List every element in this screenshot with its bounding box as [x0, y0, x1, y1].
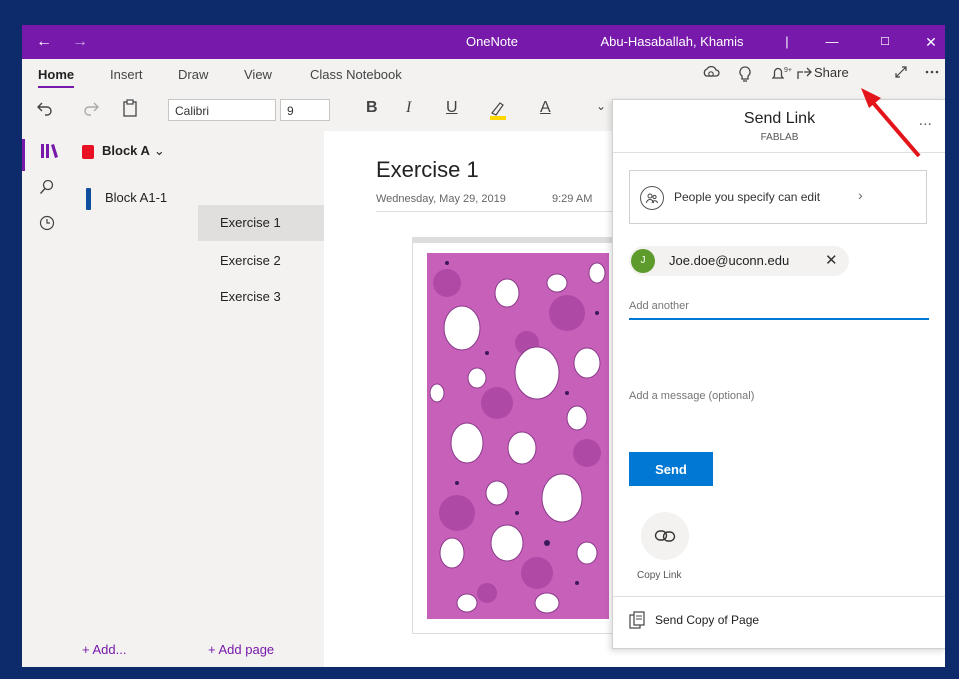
maximize-icon[interactable]: ☐	[870, 25, 900, 59]
ribbon-tabs: Home Insert Draw View Class Notebook 9+ …	[22, 59, 945, 91]
people-icon	[640, 186, 664, 210]
notebook-selector[interactable]: Block A ⌄	[82, 143, 165, 159]
send-link-pane: Send Link FABLAB ... People you specify …	[612, 99, 945, 649]
recent-clock-icon[interactable]	[22, 211, 72, 243]
forward-arrow-icon[interactable]: →	[68, 25, 92, 59]
copy-link-icon[interactable]	[641, 512, 689, 560]
search-icon[interactable]	[22, 175, 72, 207]
message-input[interactable]	[629, 386, 929, 406]
fullscreen-icon[interactable]	[894, 65, 908, 83]
close-icon[interactable]: ✕	[917, 25, 945, 59]
chevron-down-icon[interactable]: ⌄	[596, 99, 606, 113]
permission-text: People you specify can edit	[674, 190, 821, 204]
sync-icon[interactable]	[702, 65, 720, 85]
send-copy-of-page-button[interactable]: Send Copy of Page	[655, 613, 759, 627]
app-title: OneNote	[465, 34, 519, 49]
remove-recipient-close-icon[interactable]: ✕	[825, 251, 838, 269]
redo-icon[interactable]	[82, 99, 100, 122]
title-underline	[376, 211, 626, 212]
pages-pane: Exercise 1 Exercise 2 Exercise 3 + Add p…	[198, 131, 324, 667]
page-item[interactable]: Exercise 1	[198, 205, 324, 241]
undo-icon[interactable]	[36, 99, 54, 122]
avatar: J	[631, 249, 655, 273]
lightbulb-icon[interactable]	[738, 65, 752, 87]
recipient-chip[interactable]: J Joe.doe@uconn.edu ✕	[629, 246, 849, 276]
image-container[interactable]	[412, 237, 624, 634]
add-another-input[interactable]	[629, 296, 929, 320]
section-color-tab-icon	[86, 187, 91, 210]
share-arrow-icon[interactable]	[796, 65, 814, 85]
tab-class-notebook[interactable]: Class Notebook	[310, 67, 402, 82]
tab-draw[interactable]: Draw	[178, 67, 208, 82]
tab-view[interactable]: View	[244, 67, 272, 82]
title-bar: ← → OneNote Abu-Hasaballah, Khamis | — ☐…	[22, 25, 945, 59]
page-item[interactable]: Exercise 2	[198, 243, 324, 279]
bold-button[interactable]: B	[366, 99, 378, 117]
divider	[613, 596, 945, 597]
nav-rail	[22, 131, 72, 667]
notebooks-icon[interactable]	[22, 139, 72, 171]
permission-selector[interactable]: People you specify can edit ›	[629, 170, 927, 224]
chevron-right-icon: ›	[858, 187, 863, 203]
tab-home[interactable]: Home	[38, 67, 75, 88]
notebook-name: Block A	[102, 143, 150, 158]
minimize-icon[interactable]: —	[817, 25, 847, 59]
page-title[interactable]: Exercise 1	[376, 157, 479, 183]
sections-pane: Block A ⌄ Block A1-1 + Add...	[72, 131, 199, 667]
add-section-button[interactable]: + Add...	[82, 642, 126, 657]
title-separator: |	[785, 34, 789, 49]
copy-link-label[interactable]: Copy Link	[637, 570, 681, 581]
font-name-field[interactable]: Calibri	[168, 99, 276, 121]
notebook-icon	[82, 144, 94, 159]
user-name[interactable]: Abu-Hasaballah, Khamis	[582, 25, 762, 59]
back-arrow-icon[interactable]: ←	[32, 25, 56, 59]
section-label: Block A1-1	[105, 190, 168, 205]
tab-insert[interactable]: Insert	[110, 67, 143, 82]
font-size-field[interactable]: 9	[280, 99, 330, 121]
histology-image[interactable]	[427, 253, 609, 619]
annotation-arrow-icon	[861, 88, 921, 158]
document-copy-icon	[629, 611, 645, 632]
recipient-email: Joe.doe@uconn.edu	[669, 253, 790, 268]
clipboard-icon[interactable]	[122, 99, 138, 122]
send-button[interactable]: Send	[629, 452, 713, 486]
underline-button[interactable]: U	[446, 99, 458, 117]
share-button[interactable]: Share	[814, 65, 849, 80]
onenote-window: ← → OneNote Abu-Hasaballah, Khamis | — ☐…	[22, 25, 945, 667]
add-page-button[interactable]: + Add page	[208, 642, 274, 657]
section-item[interactable]: Block A1-1	[72, 181, 198, 215]
svg-text:9+: 9+	[784, 67, 792, 74]
notifications-bell-icon[interactable]: 9+	[770, 65, 792, 87]
more-options-icon[interactable]	[924, 65, 940, 83]
page-time: 9:29 AM	[552, 193, 593, 205]
page-date: Wednesday, May 29, 2019	[376, 193, 506, 205]
page-item[interactable]: Exercise 3	[198, 279, 324, 315]
italic-button[interactable]: I	[406, 99, 411, 117]
chevron-down-icon: ⌄	[153, 143, 165, 158]
highlighter-icon[interactable]	[488, 99, 508, 126]
font-color-button[interactable]: A	[540, 99, 551, 117]
